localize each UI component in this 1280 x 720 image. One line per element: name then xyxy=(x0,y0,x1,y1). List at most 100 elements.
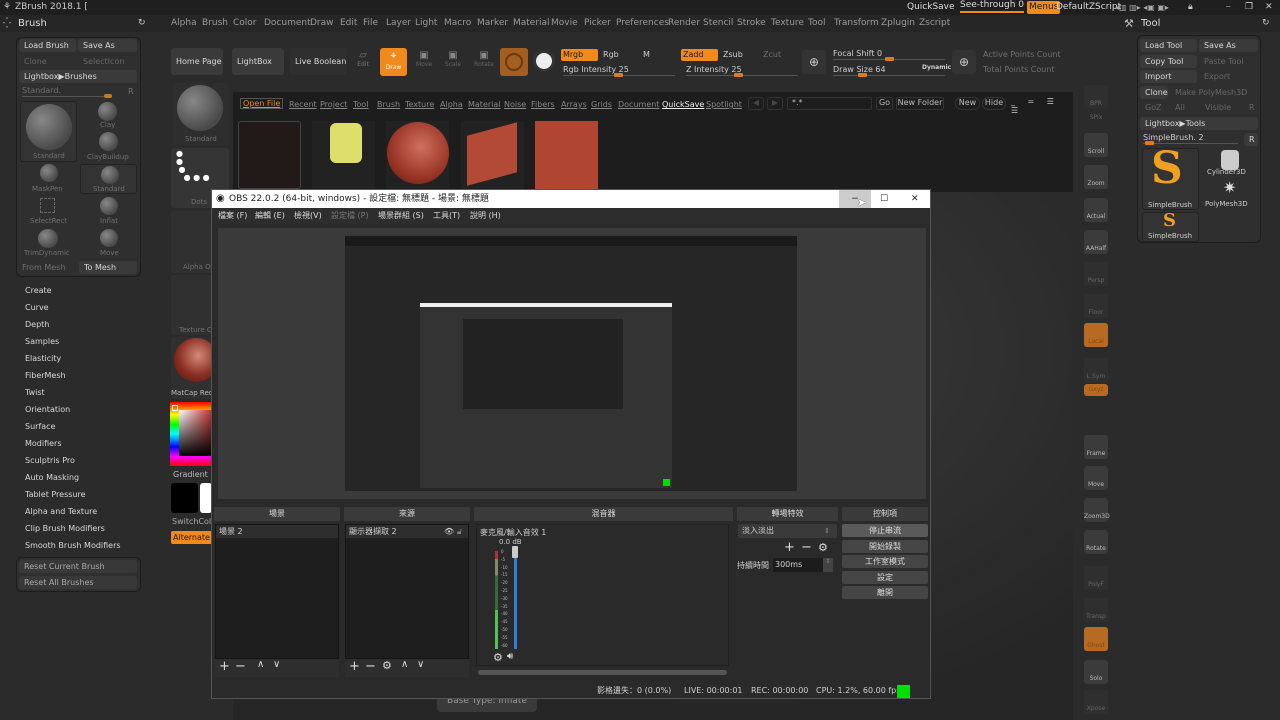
tool-thumb-simplebrush[interactable]: S SimpleBrush xyxy=(1142,143,1199,210)
zsub-button[interactable]: Zsub xyxy=(723,50,743,59)
brush-thumb-selectrect[interactable]: SelectRect xyxy=(20,196,77,226)
obs-menu-profile[interactable]: 設定檔 (P) xyxy=(331,208,369,224)
lightbox-button[interactable]: LightBox xyxy=(232,48,284,75)
right-shelf-frame[interactable]: Frame xyxy=(1084,435,1108,459)
clone-button[interactable]: Clone xyxy=(19,55,76,68)
lightbox-tab-quicksave[interactable]: QuickSave xyxy=(662,100,704,109)
focal-shift-handle[interactable] xyxy=(885,57,894,61)
right-shelf-gxyz[interactable]: Gxyz xyxy=(1084,384,1108,396)
material-mode-button[interactable] xyxy=(500,48,528,76)
right-shelf-zoom3d[interactable]: Zoom3D xyxy=(1084,498,1110,522)
control-button-1[interactable]: 開始錄製 xyxy=(842,539,928,553)
mrgb-button[interactable]: Mrgb xyxy=(561,49,598,61)
lightbox-tab-spotlight[interactable]: Spotlight xyxy=(706,100,742,109)
brush-section-surface[interactable]: Surface xyxy=(25,422,55,431)
source-item[interactable]: 顯示器擷取 2 👁︎ 🔓︎ xyxy=(346,525,468,538)
main-color-swatch[interactable] xyxy=(172,405,178,411)
menu-brush[interactable]: Brush xyxy=(202,15,228,32)
menu-movie[interactable]: Movie xyxy=(551,15,578,32)
obs-menu-help[interactable]: 說明 (H) xyxy=(470,208,501,224)
brush-thumb-standard[interactable]: Standard xyxy=(20,101,77,162)
lightbox-tab-brush[interactable]: Brush xyxy=(377,100,400,109)
go-button[interactable]: Go xyxy=(876,97,893,110)
from-mesh-button[interactable]: From Mesh xyxy=(22,263,65,272)
brush-section-alpha-and-texture[interactable]: Alpha and Texture xyxy=(25,507,97,516)
remove-scene-icon[interactable]: − xyxy=(235,659,246,674)
color-picker[interactable] xyxy=(170,402,212,466)
home-page-button[interactable]: Home Page xyxy=(171,48,223,75)
transition-gear-icon[interactable]: ⚙ xyxy=(818,541,828,554)
brush-thumb-maskpen[interactable]: MaskPen xyxy=(20,164,77,194)
see-through-slider[interactable]: See-through 0 xyxy=(960,0,1024,13)
menu-stroke[interactable]: Stroke xyxy=(737,15,766,32)
default-zscript-button[interactable]: DefaultZScript xyxy=(1056,0,1121,15)
lightbox-tab-arrays[interactable]: Arrays xyxy=(561,100,587,109)
load-tool-button[interactable]: Load Tool xyxy=(1140,39,1197,52)
brush-thumb-move[interactable]: Move xyxy=(80,228,137,258)
right-shelf-local[interactable]: Local xyxy=(1084,323,1108,347)
duration-spinner[interactable]: ⇕ xyxy=(823,558,833,572)
copy-tool-button[interactable]: Copy Tool xyxy=(1140,55,1197,68)
brush-section-twist[interactable]: Twist xyxy=(25,388,45,397)
color-square[interactable] xyxy=(179,410,212,456)
tool-thumb-polymesh3d[interactable]: ✷ PolyMesh3D xyxy=(1205,178,1257,210)
sculpt-mode-s-icon[interactable]: ⊕ xyxy=(802,50,826,74)
right-shelf-transp[interactable]: Transp xyxy=(1084,598,1108,622)
move-source-down-icon[interactable]: ∨ xyxy=(417,659,424,670)
volume-slider-track[interactable] xyxy=(514,549,517,649)
rgb-intensity-handle[interactable] xyxy=(614,73,623,77)
z-intensity-handle[interactable] xyxy=(734,73,743,77)
right-shelf-actual[interactable]: Actual xyxy=(1084,198,1108,222)
lock-icon[interactable]: 🔓︎ xyxy=(457,525,462,538)
dynamic-toggle[interactable]: Dynamic xyxy=(922,64,951,71)
lightbox-hide-button[interactable]: Hide xyxy=(982,97,1006,110)
remove-transition-icon[interactable]: − xyxy=(801,540,812,555)
brush-section-orientation[interactable]: Orientation xyxy=(25,405,70,414)
right-shelf-scroll[interactable]: Scroll xyxy=(1084,133,1108,157)
menu-file[interactable]: File xyxy=(363,15,378,32)
obs-close-button[interactable]: ✕ xyxy=(911,190,919,208)
rgb-button[interactable]: Rgb xyxy=(603,50,619,59)
tool-thumb-simplebrush-2[interactable]: S SimpleBrush xyxy=(1142,210,1199,242)
mute-speaker-icon[interactable]: 🔊︎ xyxy=(507,651,513,662)
menu-zscript[interactable]: Zscript xyxy=(919,15,950,32)
lightbox-tab-open-file[interactable]: Open File xyxy=(240,98,284,109)
quicksave-button[interactable]: QuickSave xyxy=(907,0,955,15)
brush-thumb-standard-2[interactable]: Standard xyxy=(80,164,137,194)
menu-draw[interactable]: Draw xyxy=(310,15,334,32)
load-brush-button[interactable]: Load Brush xyxy=(19,39,76,52)
tool-r-button[interactable]: R xyxy=(1244,133,1258,146)
edit-button[interactable]: ▱ Edit xyxy=(352,50,374,74)
spotlight-icon[interactable] xyxy=(533,50,555,72)
brush-section-clip-brush-modifiers[interactable]: Clip Brush Modifiers xyxy=(25,524,105,533)
brush-section-auto-masking[interactable]: Auto Masking xyxy=(25,473,79,482)
source-properties-gear-icon[interactable]: ⚙ xyxy=(382,659,392,672)
lightbox-new-button[interactable]: New xyxy=(955,97,980,110)
lightbox-tab-document[interactable]: Document xyxy=(618,100,659,109)
lightbox-prev-button[interactable]: ◀ xyxy=(748,97,764,110)
lightbox-tab-texture[interactable]: Texture xyxy=(405,100,434,109)
live-boolean-button[interactable]: Live Boolean xyxy=(290,48,347,75)
right-shelf-move[interactable]: Move xyxy=(1084,466,1108,490)
brush-section-depth[interactable]: Depth xyxy=(25,320,49,329)
lightbox-brushes-button[interactable]: Lightbox▶Brushes xyxy=(19,70,137,83)
add-source-icon[interactable]: + xyxy=(349,659,360,674)
close-icon[interactable]: ✕ xyxy=(1265,0,1273,15)
volume-slider-handle[interactable] xyxy=(512,546,518,558)
obs-menu-file[interactable]: 檔案 (F) xyxy=(218,208,247,224)
restore-icon[interactable]: ❐ xyxy=(1245,0,1253,15)
scale-button[interactable]: ▣ Scale xyxy=(441,50,465,74)
brush-section-tablet-pressure[interactable]: Tablet Pressure xyxy=(25,490,86,499)
tool-clone-button[interactable]: Clone xyxy=(1140,86,1168,99)
lightbox-item-sphere[interactable] xyxy=(386,121,449,189)
lightbox-tab-tool[interactable]: Tool xyxy=(353,100,369,109)
remove-source-icon[interactable]: − xyxy=(365,659,376,674)
transition-select[interactable]: 淡入淡出 ⇕ xyxy=(738,524,837,538)
menu-picker[interactable]: Picker xyxy=(584,15,611,32)
tool-thumb-cylinder3d[interactable]: Cylinder3D xyxy=(1205,148,1257,180)
menu-preferences[interactable]: Preferences xyxy=(616,15,669,32)
add-scene-icon[interactable]: + xyxy=(219,659,230,674)
lightbox-item-cube[interactable] xyxy=(535,121,598,189)
lightbox-item-shape[interactable] xyxy=(461,121,524,189)
menu-stencil[interactable]: Stencil xyxy=(703,15,733,32)
